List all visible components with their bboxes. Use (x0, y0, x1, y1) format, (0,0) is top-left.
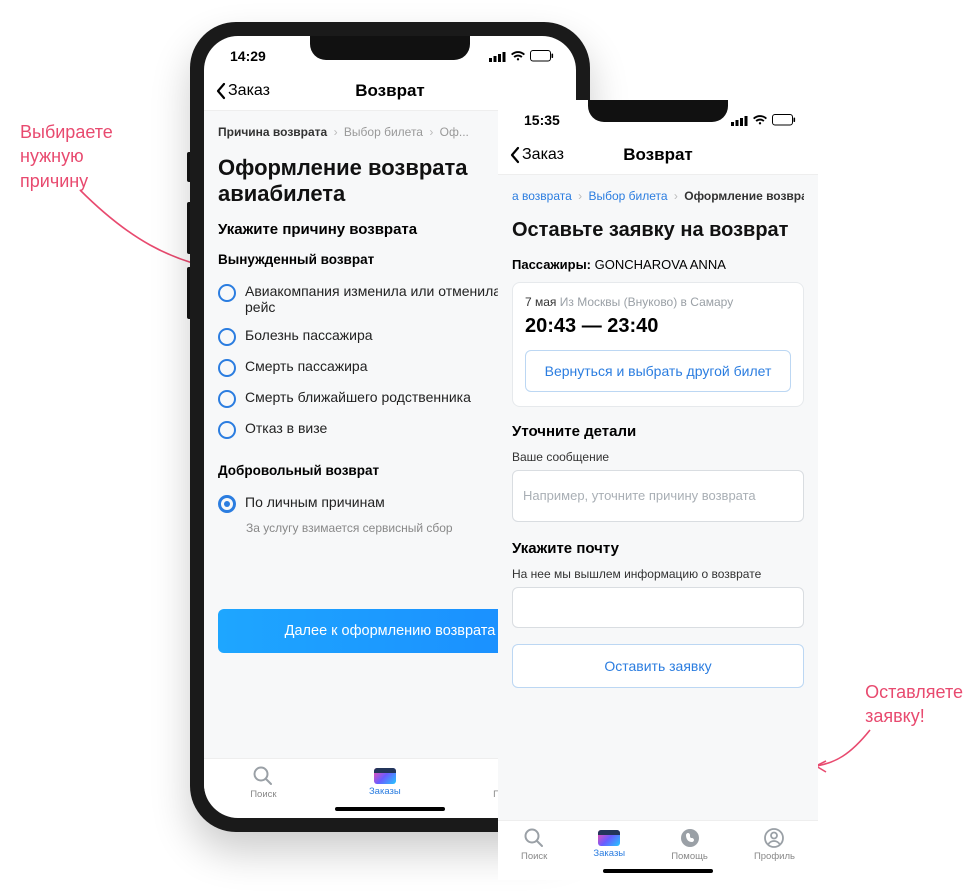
tab-orders[interactable]: Заказы (369, 768, 401, 797)
passenger-name: GONCHAROVA ANNA (595, 257, 726, 272)
wifi-icon (752, 114, 768, 126)
details-input[interactable] (512, 470, 804, 522)
battery-icon (772, 114, 796, 126)
tab-search[interactable]: Поиск (250, 765, 276, 800)
radio-icon (218, 390, 236, 408)
status-time: 14:29 (230, 48, 266, 64)
radio-icon (218, 328, 236, 346)
nav-title: Возврат (355, 81, 425, 101)
radio-icon (218, 359, 236, 377)
breadcrumb-step2[interactable]: Выбор билета (588, 189, 667, 203)
submit-button[interactable]: Оставить заявку (512, 644, 804, 688)
reason-label: По личным причинам (245, 494, 385, 510)
flight-date-route: 7 мая Из Москвы (Внуково) в Самару (525, 295, 791, 309)
flight-times: 20:43 — 23:40 (525, 315, 791, 338)
signal-icon (731, 115, 748, 126)
back-button[interactable]: Заказ (508, 146, 564, 164)
email-input[interactable] (512, 587, 804, 628)
content-area: а возврата › Выбор билета › Оформление в… (498, 175, 818, 820)
flight-card: 7 мая Из Москвы (Внуково) в Самару 20:43… (512, 282, 804, 407)
status-icons (731, 114, 796, 126)
phone2-screen: 15:35 Заказ Возврат а возврата › Выбор б… (498, 100, 818, 880)
radio-icon (218, 421, 236, 439)
phone-icon (679, 827, 701, 849)
tab-search[interactable]: Поиск (521, 827, 547, 862)
signal-icon (489, 51, 506, 62)
breadcrumb-step3[interactable]: Оформление возврата (684, 189, 804, 203)
annotation-leave-request: Оставляете заявку! (865, 680, 963, 729)
radio-icon (218, 284, 236, 302)
radio-icon (218, 495, 236, 513)
home-indicator (603, 869, 713, 873)
chevron-left-icon (214, 82, 228, 100)
profile-icon (763, 827, 785, 849)
battery-icon (530, 50, 554, 62)
search-icon (523, 827, 545, 849)
reason-label: Смерть пассажира (245, 358, 368, 374)
arrow-right (810, 730, 890, 780)
reason-label: Авиакомпания изменила или отмениларейс (245, 283, 501, 315)
notch (588, 100, 728, 122)
details-label: Ваше сообщение (512, 450, 804, 464)
reason-label: Смерть ближайшего родственника (245, 389, 471, 405)
status-icons (489, 50, 554, 62)
breadcrumb-step1[interactable]: Причина возврата (218, 125, 327, 139)
page-title: Оставьте заявку на возврат (512, 219, 804, 243)
home-indicator (335, 807, 445, 811)
notch (310, 36, 470, 60)
tab-profile[interactable]: Профиль (754, 827, 795, 862)
breadcrumb-step2[interactable]: Выбор билета (344, 125, 423, 139)
tab-help[interactable]: Помощь (671, 827, 708, 862)
tab-bar: Поиск Заказы Помощь Профиль (498, 820, 818, 864)
reason-label: Отказ в визе (245, 420, 327, 436)
breadcrumb-step3[interactable]: Оф... (440, 125, 469, 139)
nav-header: Заказ Возврат (498, 140, 818, 175)
wallet-icon (598, 830, 620, 846)
phone-2-crop: 15:35 Заказ Возврат а возврата › Выбор б… (498, 100, 818, 880)
breadcrumb: а возврата › Выбор билета › Оформление в… (512, 175, 804, 213)
reason-label: Болезнь пассажира (245, 327, 373, 343)
back-button[interactable]: Заказ (214, 82, 270, 100)
tab-orders[interactable]: Заказы (593, 830, 625, 859)
nav-title: Возврат (623, 145, 693, 165)
change-ticket-button[interactable]: Вернуться и выбрать другой билет (525, 350, 791, 392)
details-title: Уточните детали (512, 423, 804, 440)
chevron-left-icon (508, 146, 522, 164)
wallet-icon (374, 768, 396, 784)
email-label: На нее мы вышлем информацию о возврате (512, 567, 804, 581)
wifi-icon (510, 50, 526, 62)
passengers-line: Пассажиры: GONCHAROVA ANNA (512, 257, 804, 272)
search-icon (252, 765, 274, 787)
email-title: Укажите почту (512, 540, 804, 557)
status-time: 15:35 (524, 112, 560, 128)
breadcrumb-step1[interactable]: а возврата (512, 189, 572, 203)
